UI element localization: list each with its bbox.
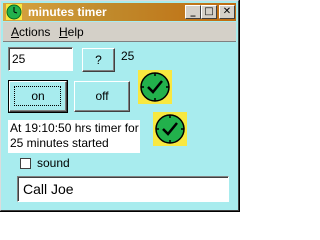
menu-actions-label: ctions: [19, 25, 51, 39]
minutes-input-value: 25: [12, 52, 26, 66]
menu-bar: Actions Help: [3, 22, 236, 42]
message-input[interactable]: Call Joe: [17, 176, 229, 202]
minutes-input[interactable]: 25: [8, 47, 73, 71]
query-button[interactable]: ?: [82, 48, 115, 72]
minimize-button[interactable]: _: [185, 5, 201, 19]
status-text: At 19:10:50 hrs timer for 25 minutes sta…: [8, 120, 140, 153]
green-clock-check-icon: [138, 70, 172, 104]
sound-label: sound: [37, 156, 70, 170]
on-button[interactable]: on: [8, 80, 68, 113]
menu-help-label: elp: [67, 25, 84, 39]
maximize-button[interactable]: □: [201, 5, 217, 19]
green-clock-check-icon: [153, 112, 187, 146]
menu-help[interactable]: Help: [59, 25, 84, 39]
minimize-icon: _: [190, 6, 196, 17]
app-window: minutes timer _ □ ✕ Actions Help 25 ? 25…: [0, 0, 240, 212]
off-button-label: off: [95, 89, 109, 103]
query-button-label: ?: [95, 53, 102, 67]
message-input-value: Call Joe: [23, 181, 74, 197]
off-button[interactable]: off: [74, 81, 130, 112]
minutes-display: 25: [121, 49, 135, 63]
close-icon: ✕: [222, 6, 232, 17]
window-title: minutes timer: [28, 5, 107, 19]
focus-indicator: [14, 86, 61, 106]
menu-actions[interactable]: Actions: [11, 25, 50, 39]
menu-actions-mnemonic: A: [11, 25, 20, 39]
maximize-icon: □: [204, 6, 214, 17]
title-bar[interactable]: minutes timer _ □ ✕: [3, 3, 236, 21]
sound-checkbox[interactable]: [20, 158, 31, 169]
close-button[interactable]: ✕: [219, 5, 235, 19]
menu-help-mnemonic: H: [59, 25, 68, 39]
green-clock-icon: [6, 4, 22, 20]
